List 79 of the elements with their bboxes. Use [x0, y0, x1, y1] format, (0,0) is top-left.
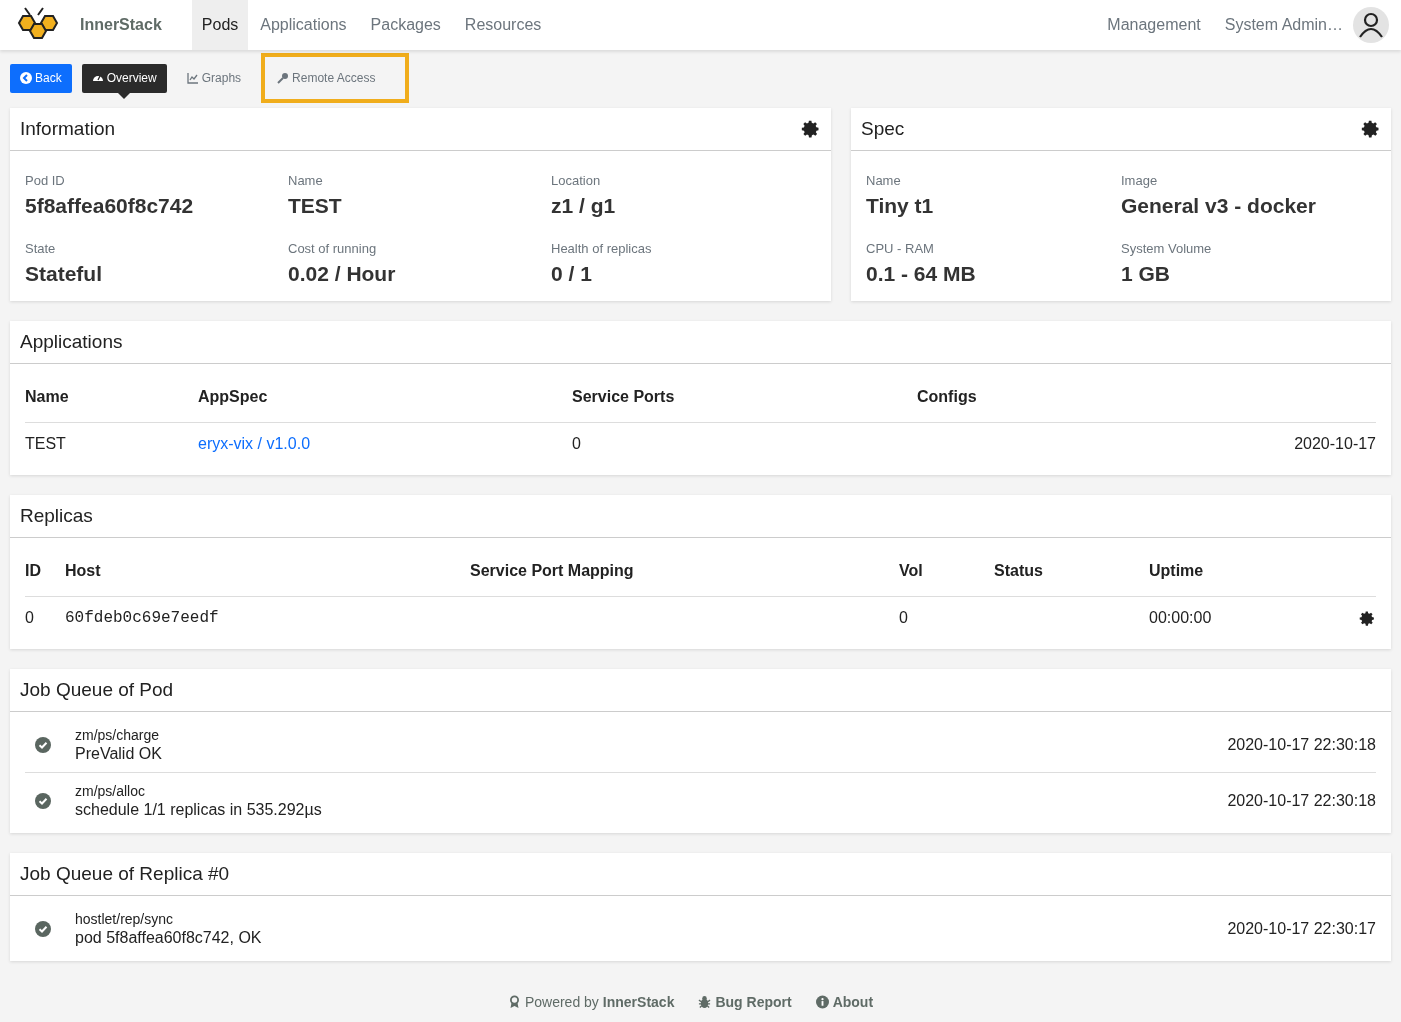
job-time: 2020-10-17 22:30:18	[1227, 791, 1376, 810]
column-header: Configs	[917, 388, 978, 406]
check-circle-icon	[35, 792, 51, 809]
field-label: Cost of running	[288, 240, 378, 256]
appspec-link[interactable]: eryx-vix / v1.0.0	[198, 435, 311, 452]
table-cell-text: 0	[899, 609, 909, 627]
job-name: hostlet/rep/sync	[75, 910, 175, 927]
card-title: Applications	[20, 331, 123, 353]
powered-by-text: Powered by InnerStack	[524, 994, 675, 1010]
settings-icon[interactable]	[801, 119, 821, 139]
nav-tab[interactable]: Packages	[358, 0, 453, 50]
field-label: State	[25, 240, 57, 256]
field-value: TEST	[288, 193, 343, 218]
card-title: Replicas	[20, 505, 93, 527]
key-icon	[277, 72, 290, 84]
field-value: 0.1 - 64 MB	[866, 261, 977, 286]
footer-link[interactable]: Bug Report	[698, 994, 792, 1010]
column-header: Service Ports	[572, 388, 676, 406]
card-title: Information	[20, 118, 116, 140]
column-header: Status	[994, 562, 1044, 580]
user-avatar-icon[interactable]	[1353, 7, 1389, 43]
card-title: Job Queue of Pod	[20, 679, 174, 701]
field-value: 0.02 / Hour	[288, 261, 397, 286]
field-value: General v3 - docker	[1121, 193, 1317, 218]
tab-pointer	[118, 92, 131, 99]
column-header: Vol	[899, 562, 924, 580]
job-message: PreValid OK	[75, 744, 163, 763]
check-circle-icon	[35, 920, 51, 937]
card-title: Spec	[861, 118, 905, 140]
settings-icon[interactable]	[1361, 119, 1381, 139]
table-cell-text: 0	[572, 435, 582, 453]
nav-tab[interactable]: Resources	[452, 0, 554, 50]
back-button[interactable]: Back	[10, 63, 72, 93]
column-header: ID	[25, 562, 42, 580]
field-label: System Volume	[1121, 240, 1213, 256]
table-cell-text: 00:00:00	[1149, 609, 1213, 627]
field-label: Health of replicas	[551, 240, 653, 256]
field-label: Pod ID	[25, 172, 66, 188]
bug-icon	[698, 995, 712, 1009]
job-name: zm/ps/charge	[75, 726, 161, 743]
job-time: 2020-10-17 22:30:17	[1227, 919, 1376, 938]
field-label: Location	[551, 172, 602, 188]
settings-icon[interactable]	[1359, 609, 1376, 627]
field-label: Name	[866, 172, 902, 188]
nav-tab[interactable]: Applications	[248, 0, 359, 50]
column-header: Host	[65, 562, 102, 580]
job-name: zm/ps/alloc	[75, 782, 147, 799]
field-value: 5f8affea60f8c742	[25, 193, 195, 218]
field-value: Tiny t1	[866, 193, 935, 218]
sub-tab[interactable]: Remote Access	[261, 53, 410, 103]
field-value: 1 GB	[1121, 261, 1171, 286]
brand-name[interactable]: InnerStack	[80, 16, 162, 34]
footer-link[interactable]: About	[815, 994, 874, 1010]
job-time: 2020-10-17 22:30:18	[1227, 735, 1376, 754]
field-value: 0 / 1	[551, 261, 593, 286]
column-header: Uptime	[1149, 562, 1205, 580]
nav-link[interactable]: Management	[1095, 0, 1213, 50]
field-label: Image	[1121, 172, 1159, 188]
sub-tab[interactable]: Graphs	[176, 63, 252, 93]
field-value: Stateful	[25, 261, 103, 286]
column-header: AppSpec	[198, 388, 269, 406]
table-cell-text: 0	[25, 609, 35, 627]
card-title: Job Queue of Replica #0	[20, 863, 230, 885]
table-cell-text: TEST	[25, 435, 67, 453]
field-value: z1 / g1	[551, 193, 617, 218]
nav-tab[interactable]: Pods	[191, 0, 249, 50]
table-cell-text: 60fdeb0c69e7eedf	[65, 609, 220, 627]
job-message: schedule 1/1 replicas in 535.292µs	[75, 800, 323, 819]
job-message: pod 5f8affea60f8c742, OK	[75, 928, 263, 947]
user-menu[interactable]: System Admin…	[1212, 0, 1355, 50]
info-icon	[815, 995, 829, 1009]
award-icon	[507, 995, 521, 1009]
table-cell-text: 2020-10-17	[1293, 435, 1376, 453]
field-label: CPU - RAM	[866, 240, 935, 256]
line-chart-icon	[186, 72, 199, 84]
field-label: Name	[288, 172, 324, 188]
column-header: Name	[25, 388, 70, 406]
column-header: Service Port Mapping	[470, 562, 635, 580]
check-circle-icon	[35, 736, 51, 753]
